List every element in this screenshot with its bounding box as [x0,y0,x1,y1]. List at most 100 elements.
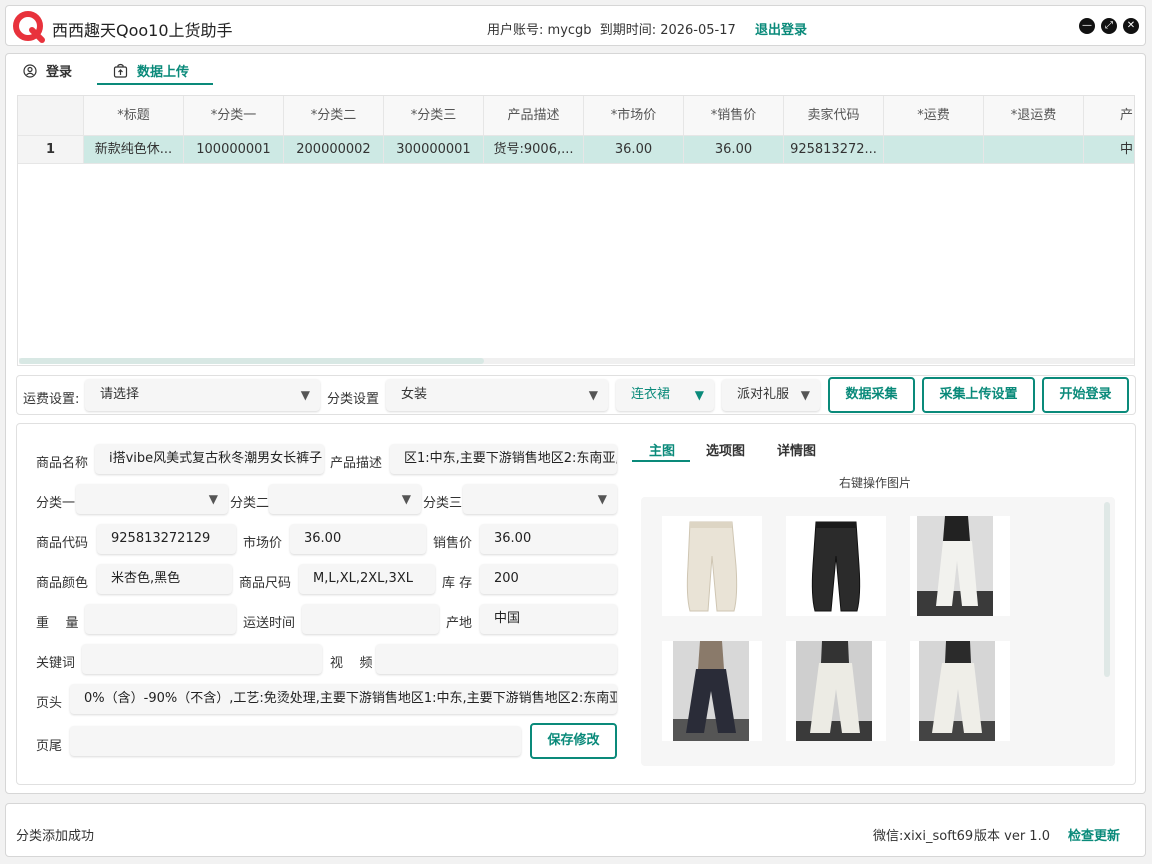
account-info: 用户账号: mycgb 到期时间: 2026-05-17 [487,19,736,38]
maximize-button[interactable]: ⤢ [1101,18,1117,34]
start-login-button[interactable]: 开始登录 [1042,377,1129,413]
product-color-label: 商品颜色 [36,576,89,591]
grid-header-cell[interactable]: *退运费 [984,96,1084,135]
product-image-model-white-3[interactable] [910,641,1010,741]
beige-pants-image [686,521,738,612]
row-index: 1 [18,136,84,163]
video-field[interactable] [376,644,617,674]
grid-header-cell[interactable]: *分类三 [384,96,484,135]
grid-header-cell[interactable]: *运费 [884,96,984,135]
product-desc-field[interactable]: 区1:中东,主要下游销售地区2:东南亚, [390,444,617,474]
logout-link[interactable]: 退出登录 [755,19,807,38]
table-cell[interactable]: 36.00 [684,136,784,163]
tab-login[interactable]: 登录 [23,61,72,80]
category3-select[interactable]: 派对礼服 ▼ [722,379,820,411]
product-image-black-pants[interactable] [786,516,886,616]
table-row[interactable]: 1 新款纯色休... 100000001 200000002 300000001… [18,136,1134,164]
table-cell[interactable] [884,136,984,163]
chevron-down-icon: ▼ [588,388,598,402]
weight-field[interactable] [85,604,236,634]
grid-header-cell[interactable]: 产 [1084,96,1134,135]
shipping-select[interactable]: 请选择 ▼ [85,379,320,411]
product-color-field[interactable]: 米杏色,黑色 [97,564,232,594]
grid-header-cell[interactable]: *市场价 [584,96,684,135]
qoo10-logo-icon [13,11,45,43]
horizontal-scrollbar[interactable] [19,358,1134,364]
close-button[interactable]: ✕ [1123,18,1139,34]
active-tab-indicator [97,83,213,85]
page-header-field[interactable]: 0%（含）-90%（不含）,工艺:免烫处理,主要下游销售地区1:中东,主要下游销… [70,684,617,714]
page-footer-field[interactable] [70,726,521,756]
grid-header-cell[interactable]: *分类一 [184,96,284,135]
collect-upload-settings-button[interactable]: 采集上传设置 [922,377,1035,413]
tab-data-upload[interactable]: 数据上传 [113,61,189,80]
table-cell[interactable]: 100000001 [184,136,284,163]
product-code-label: 商品代码 [36,536,89,551]
tab-detail-image[interactable]: 详情图 [777,440,816,459]
category1-dropdown[interactable]: ▼ [76,484,228,514]
product-image-model-white[interactable] [910,516,1010,616]
product-size-field[interactable]: M,L,XL,2XL,3XL [299,564,435,594]
product-name-field[interactable]: i搭vibe风美式复古秋冬潮男女长裤子 [95,444,324,474]
grid-header-cell[interactable]: *销售价 [684,96,784,135]
image-gallery[interactable] [641,497,1115,766]
category2-select[interactable]: 连衣裙 ▼ [616,379,714,411]
table-cell[interactable]: 200000002 [284,136,384,163]
gallery-scrollbar[interactable] [1104,502,1110,677]
chevron-down-icon: ▼ [800,388,810,402]
product-name-label: 商品名称 [36,456,89,471]
scrollbar-thumb[interactable] [19,358,484,364]
check-update-link[interactable]: 检查更新 [1068,825,1120,844]
sale-price-field[interactable]: 36.00 [480,524,617,554]
product-desc-label: 产品描述 [330,456,383,471]
table-cell[interactable]: 36.00 [584,136,684,163]
grid-header-cell[interactable]: 产品描述 [484,96,584,135]
page-footer-label: 页尾 [36,739,63,754]
product-image-beige-pants[interactable] [662,516,762,616]
table-cell[interactable]: 300000001 [384,136,484,163]
category3-select-value: 派对礼服 [737,387,790,402]
shipping-label: 运费设置: [23,392,80,407]
table-cell[interactable] [984,136,1084,163]
category2-select-value: 连衣裙 [631,387,671,402]
category2-label: 分类二 [230,496,270,511]
table-cell[interactable]: 中 [1084,136,1134,163]
expire-label: 到期时间: [599,23,657,38]
stock-field[interactable]: 200 [480,564,617,594]
keyword-field[interactable] [82,644,322,674]
grid-header-row: *标题 *分类一 *分类二 *分类三 产品描述 *市场价 *销售价 卖家代码 *… [18,96,1134,136]
category1-select[interactable]: 女装 ▼ [386,379,608,411]
table-cell[interactable]: 货号:9006,... [484,136,584,163]
origin-field[interactable]: 中国 [480,604,617,634]
category1-select-value: 女装 [401,387,428,402]
chevron-down-icon: ▼ [208,492,218,506]
version-text: 版本 ver 1.0 [974,829,1050,844]
category3-dropdown[interactable]: ▼ [463,484,617,514]
category-label: 分类设置 [327,392,380,407]
stock-label: 库 存 [442,576,473,591]
grid-header-cell[interactable]: *分类二 [284,96,384,135]
minimize-button[interactable]: — [1079,18,1095,34]
shipping-time-field[interactable] [302,604,439,634]
table-cell[interactable]: 925813272... [784,136,884,163]
market-price-label: 市场价 [243,536,283,551]
product-grid[interactable]: *标题 *分类一 *分类二 *分类三 产品描述 *市场价 *销售价 卖家代码 *… [17,95,1135,366]
category2-dropdown[interactable]: ▼ [269,484,421,514]
table-cell[interactable]: 新款纯色休... [84,136,184,163]
tab-main-image[interactable]: 主图 [649,440,675,459]
chevron-down-icon: ▼ [597,492,607,506]
product-image-model-black[interactable] [662,641,762,741]
grid-header-cell[interactable]: *标题 [84,96,184,135]
grid-header-cell[interactable]: 卖家代码 [784,96,884,135]
status-message: 分类添加成功 [16,829,95,844]
model-white-pants-image-2 [796,641,872,741]
save-changes-button[interactable]: 保存修改 [530,723,617,759]
product-image-model-white-2[interactable] [786,641,886,741]
market-price-field[interactable]: 36.00 [290,524,426,554]
data-collect-button[interactable]: 数据采集 [828,377,915,413]
app-title: 西西趣天Qoo10上货助手 [52,21,233,40]
model-white-pants-image [917,516,993,616]
product-code-field[interactable]: 925813272129 [97,524,236,554]
tab-option-image[interactable]: 选项图 [706,440,745,459]
keyword-label: 关键词 [36,656,76,671]
